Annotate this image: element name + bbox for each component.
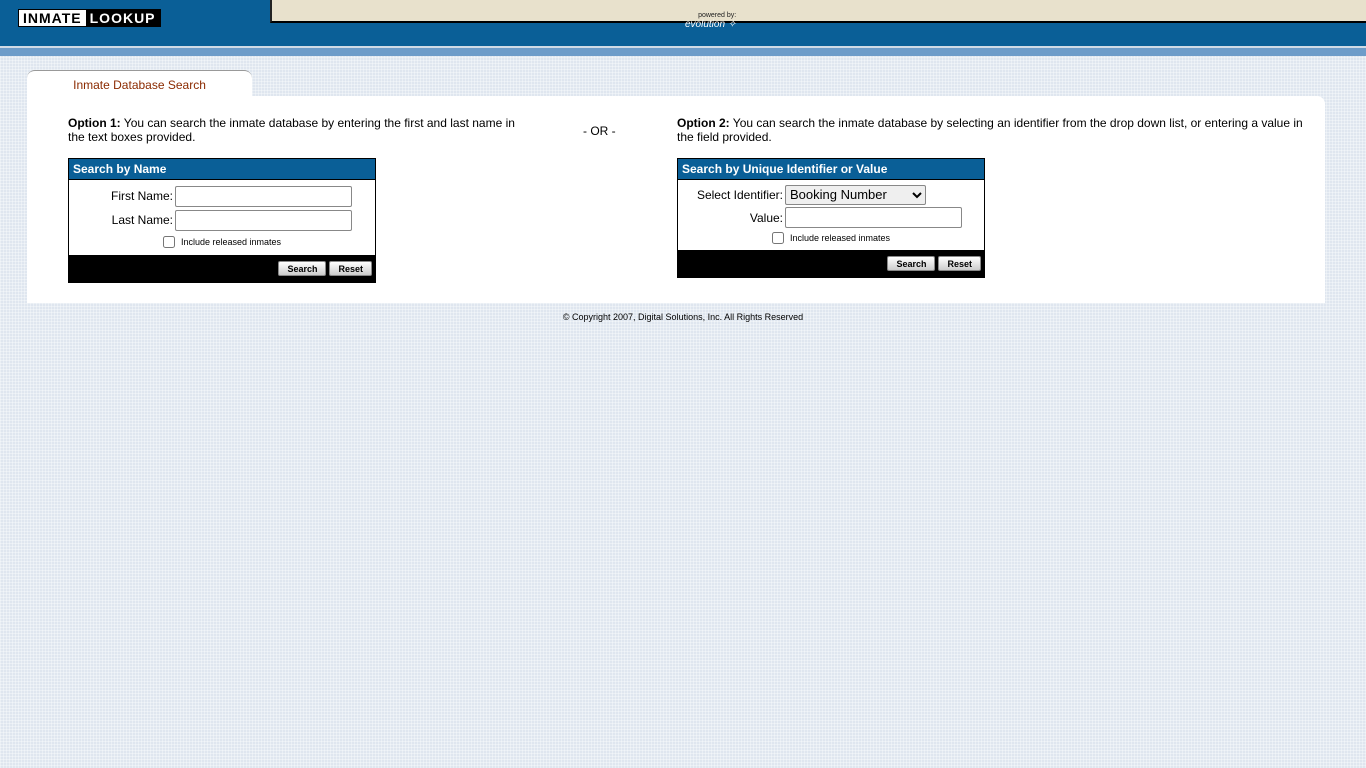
evolution-logo: powered by: evolution ✧ xyxy=(685,12,737,30)
first-name-input[interactable] xyxy=(175,185,352,207)
value-input[interactable] xyxy=(785,207,962,228)
search-by-identifier-box: Search by Unique Identifier or Value Sel… xyxy=(677,158,985,278)
header-strip xyxy=(270,0,1366,23)
copyright: © Copyright 2007, Digital Solutions, Inc… xyxy=(562,312,804,322)
logo-word1: INMATE xyxy=(23,10,82,26)
last-name-input[interactable] xyxy=(175,209,352,231)
option1-label: Option 1: xyxy=(68,116,121,130)
header-banner: INMATE LOOKUP powered by: evolution ✧ xyxy=(0,0,1366,56)
search-by-name-box: Search by Name First Name: Last Name: In… xyxy=(68,158,376,283)
option2-desc: You can search the inmate database by se… xyxy=(677,116,1303,144)
identifier-select[interactable]: Booking Number xyxy=(785,184,926,205)
header-band xyxy=(0,46,1366,56)
tab-inmate-database-search[interactable]: Inmate Database Search xyxy=(27,70,252,98)
inmate-lookup-logo: INMATE LOOKUP xyxy=(18,9,161,27)
reset-button[interactable]: Reset xyxy=(938,256,981,271)
option1-desc: You can search the inmate database by en… xyxy=(68,116,515,144)
option1-text: Option 1: You can search the inmate data… xyxy=(68,116,528,144)
option2-text: Option 2: You can search the inmate data… xyxy=(677,116,1317,144)
box-title: Search by Name xyxy=(69,159,375,180)
include-released-checkbox[interactable] xyxy=(771,232,784,244)
include-released-checkbox[interactable] xyxy=(162,236,175,248)
powered-by: powered by: xyxy=(698,12,737,19)
or-separator: - OR - xyxy=(583,124,616,138)
include-released-label: Include released inmates xyxy=(180,237,282,247)
identifier-label: Select Identifier: xyxy=(696,187,783,202)
first-name-label: First Name: xyxy=(110,189,173,203)
last-name-label: Last Name: xyxy=(111,213,173,227)
box-title: Search by Unique Identifier or Value xyxy=(678,159,984,180)
option2-label: Option 2: xyxy=(677,116,730,130)
search-button[interactable]: Search xyxy=(278,261,327,276)
reset-button[interactable]: Reset xyxy=(329,261,372,276)
brand-text: evolution xyxy=(685,19,726,30)
logo-word2: LOOKUP xyxy=(85,10,160,26)
include-released-label: Include released inmates xyxy=(789,233,891,243)
search-button[interactable]: Search xyxy=(887,256,936,271)
value-label: Value: xyxy=(749,210,783,225)
